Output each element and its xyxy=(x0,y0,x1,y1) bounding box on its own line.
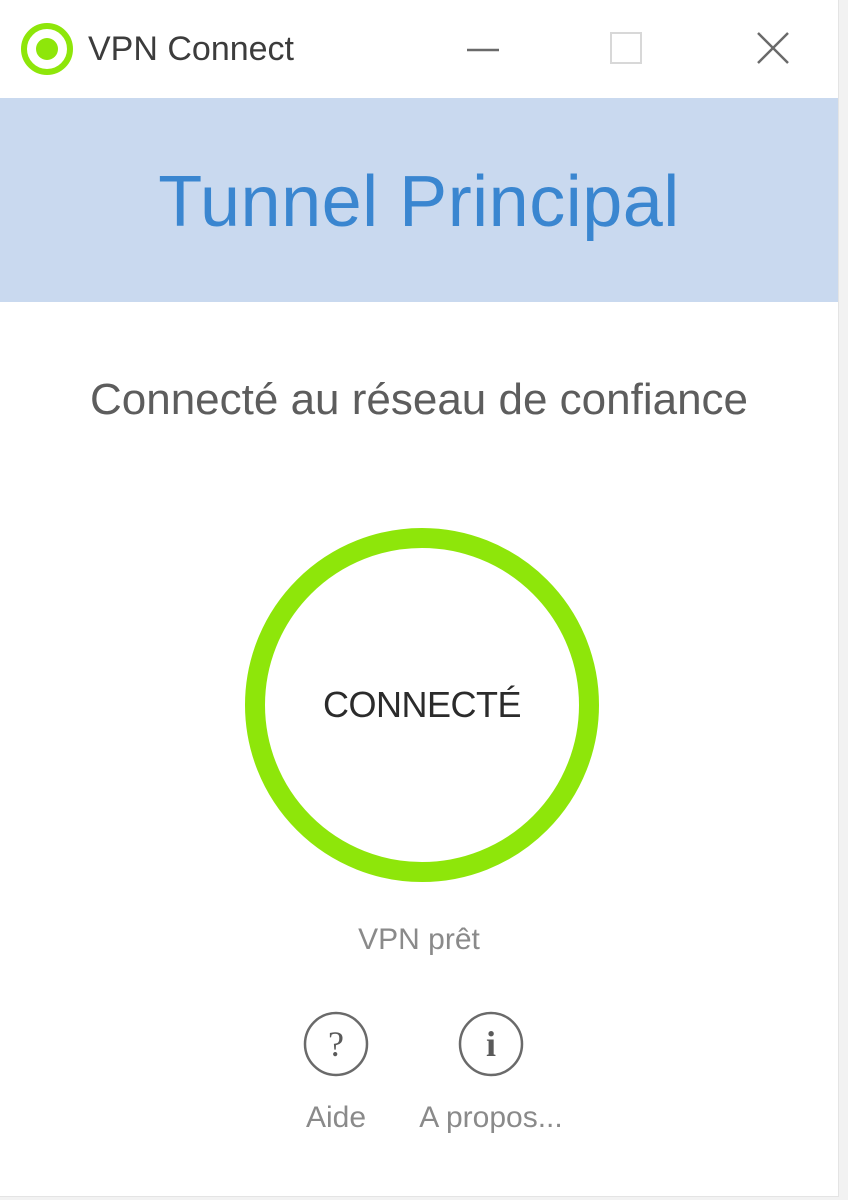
maximize-button[interactable] xyxy=(588,10,664,86)
info-icon: i xyxy=(457,1010,525,1078)
profile-name: Tunnel Principal xyxy=(158,162,680,242)
about-button[interactable]: i A propos... xyxy=(398,1010,584,1138)
minimize-icon xyxy=(465,30,501,66)
minimize-button[interactable] xyxy=(445,10,521,86)
connect-button-label: CONNECTÉ xyxy=(322,684,522,725)
status-message: Connecté au réseau de confiance xyxy=(89,375,749,424)
window-title: VPN Connect xyxy=(88,30,294,68)
app-logo-icon xyxy=(20,22,74,76)
vpn-ready-text: VPN prêt xyxy=(358,923,480,956)
connect-button[interactable]: CONNECTÉ xyxy=(245,528,599,882)
help-label: Aide xyxy=(305,1101,367,1134)
close-icon xyxy=(755,30,791,66)
help-button[interactable]: ? Aide xyxy=(300,1010,372,1138)
profile-header: Tunnel Principal xyxy=(0,98,838,302)
help-icon: ? xyxy=(302,1010,370,1078)
svg-text:?: ? xyxy=(328,1024,344,1064)
maximize-icon xyxy=(608,30,644,66)
about-label: A propos... xyxy=(419,1101,563,1134)
svg-text:i: i xyxy=(486,1024,496,1064)
vpn-window: VPN Connect Tunnel Principal Connecté au… xyxy=(0,0,839,1197)
title-bar[interactable]: VPN Connect xyxy=(0,0,838,98)
close-button[interactable] xyxy=(735,10,811,86)
